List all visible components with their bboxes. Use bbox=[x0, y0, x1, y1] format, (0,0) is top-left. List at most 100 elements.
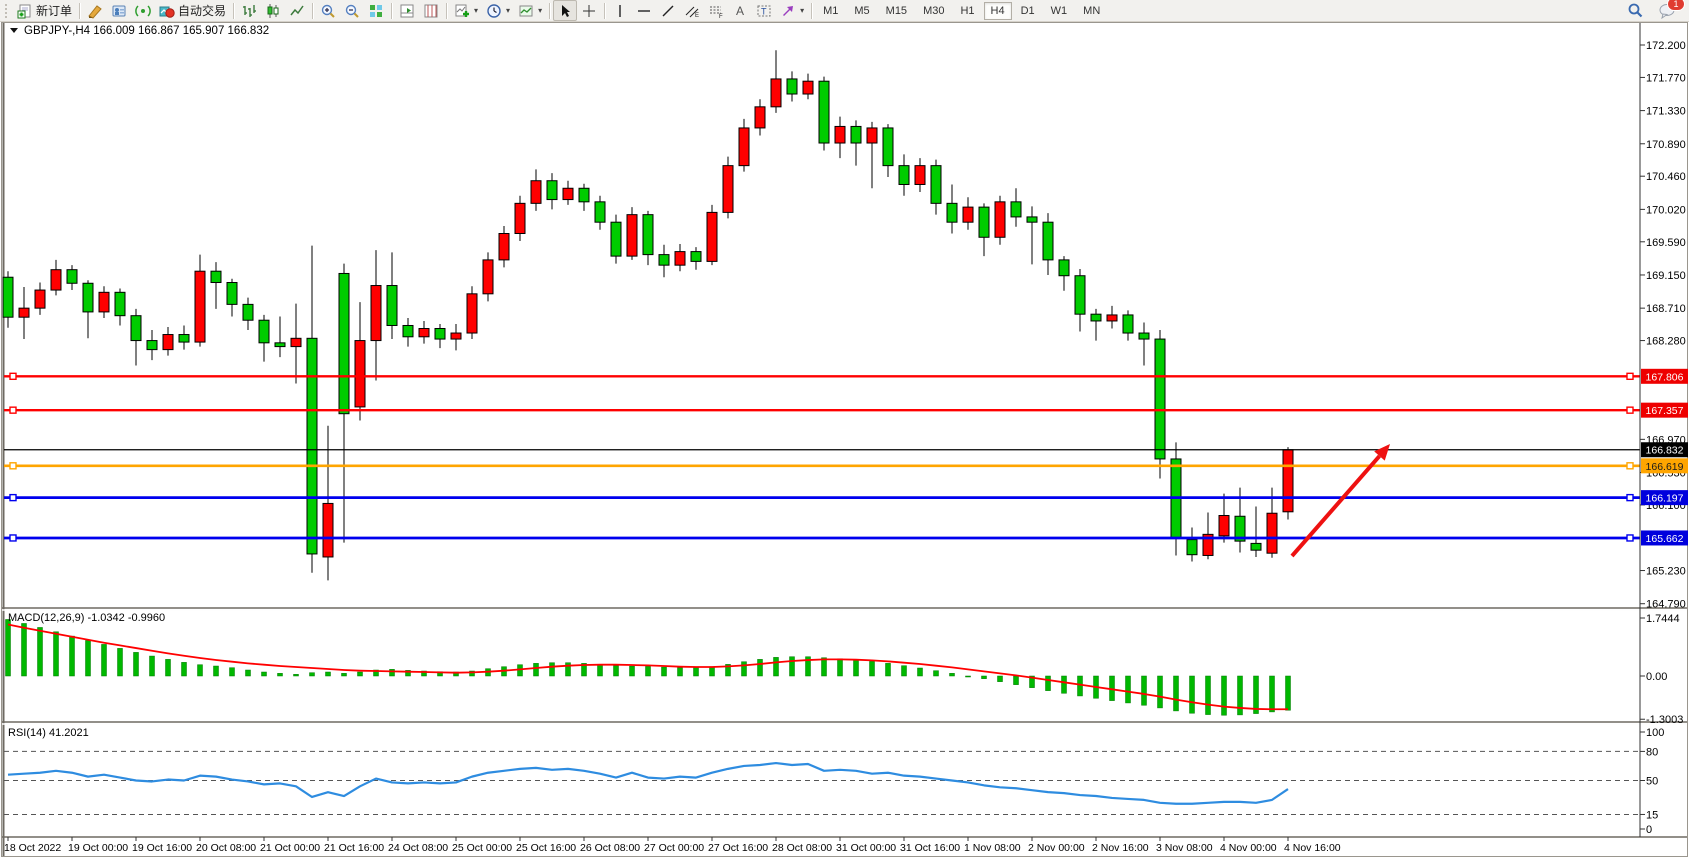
timeframe-mn[interactable]: MN bbox=[1076, 2, 1107, 20]
macd-histogram-bar bbox=[1286, 676, 1291, 710]
template-button[interactable]: ▾ bbox=[514, 0, 546, 21]
zoom-out-button[interactable] bbox=[340, 0, 364, 21]
timeframe-m1[interactable]: M1 bbox=[816, 2, 845, 20]
bar-chart-button[interactable] bbox=[237, 0, 261, 21]
candle-body bbox=[1027, 217, 1037, 222]
fibonacci-button[interactable]: F bbox=[704, 0, 728, 21]
candle-body bbox=[163, 335, 173, 350]
candle-body bbox=[403, 325, 413, 336]
macd-histogram-bar bbox=[854, 660, 859, 676]
period-clock-button[interactable]: ▾ bbox=[482, 0, 514, 21]
line-handle[interactable] bbox=[10, 535, 16, 541]
cycles-button[interactable] bbox=[419, 0, 443, 21]
macd-histogram-bar bbox=[790, 657, 795, 676]
timeframe-m5[interactable]: M5 bbox=[847, 2, 876, 20]
crayon-button[interactable] bbox=[83, 0, 107, 21]
auto-trading-button[interactable]: 自动交易 bbox=[155, 0, 230, 21]
price-axis-label: 171.330 bbox=[1646, 106, 1686, 118]
chat-button[interactable]: 1 bbox=[1654, 0, 1680, 21]
horizontal-line-button[interactable] bbox=[632, 0, 656, 21]
indicator-window-button[interactable] bbox=[395, 0, 419, 21]
new-order-label: 新订单 bbox=[36, 2, 72, 19]
arrows-tool-button[interactable]: ▾ bbox=[776, 0, 808, 21]
toolbar-separator bbox=[391, 3, 392, 19]
add-indicator-button[interactable]: ▾ bbox=[450, 0, 482, 21]
time-axis-label: 31 Oct 16:00 bbox=[900, 842, 960, 854]
vertical-line-button[interactable] bbox=[608, 0, 632, 21]
macd-histogram-bar bbox=[1014, 676, 1019, 685]
line-handle[interactable] bbox=[1627, 535, 1633, 541]
candle-body bbox=[1123, 315, 1133, 333]
timeframe-w1[interactable]: W1 bbox=[1044, 2, 1075, 20]
channel-button[interactable]: E bbox=[680, 0, 704, 21]
search-button[interactable] bbox=[1623, 0, 1648, 21]
candle-body bbox=[419, 329, 429, 337]
candle-chart-icon bbox=[265, 3, 281, 19]
macd-axis-label: -1.3003 bbox=[1646, 714, 1683, 726]
line-handle[interactable] bbox=[1627, 495, 1633, 501]
trendline-button[interactable] bbox=[656, 0, 680, 21]
crosshair-icon bbox=[581, 3, 597, 19]
time-axis-label: 4 Nov 00:00 bbox=[1220, 842, 1277, 854]
price-axis-label: 168.710 bbox=[1646, 303, 1686, 315]
chart-canvas[interactable]: 172.200171.770171.330170.890170.460170.0… bbox=[0, 0, 1689, 859]
timeframe-h4[interactable]: H4 bbox=[984, 2, 1012, 20]
candle-body bbox=[35, 290, 45, 308]
chart-title: GBPJPY-,H4 166.009 166.867 165.907 166.8… bbox=[24, 25, 269, 37]
line-handle[interactable] bbox=[1627, 463, 1633, 469]
candle-body bbox=[1091, 314, 1101, 321]
time-axis-label: 26 Oct 08:00 bbox=[580, 842, 640, 854]
line-handle[interactable] bbox=[10, 373, 16, 379]
candle-body bbox=[995, 202, 1005, 237]
timeframe-d1[interactable]: D1 bbox=[1014, 2, 1042, 20]
candle-body bbox=[467, 294, 477, 333]
timeframe-m15[interactable]: M15 bbox=[879, 2, 914, 20]
price-axis-label: 164.790 bbox=[1646, 599, 1686, 611]
candle-body bbox=[67, 270, 77, 284]
candle-body bbox=[883, 128, 893, 166]
macd-histogram-bar bbox=[166, 659, 171, 676]
timeframe-m30[interactable]: M30 bbox=[916, 2, 951, 20]
macd-histogram-bar bbox=[1046, 676, 1051, 691]
candle-body bbox=[435, 329, 445, 340]
macd-histogram-bar bbox=[630, 666, 635, 676]
candle-body bbox=[595, 202, 605, 222]
profile-button[interactable] bbox=[107, 0, 131, 21]
line-handle[interactable] bbox=[10, 463, 16, 469]
candle-body bbox=[307, 338, 317, 554]
label-button[interactable]: T bbox=[752, 0, 776, 21]
macd-histogram-bar bbox=[934, 671, 939, 676]
price-badge-label: 165.662 bbox=[1646, 533, 1684, 545]
horizontal-line-icon bbox=[636, 3, 652, 19]
cursor-button[interactable] bbox=[553, 0, 577, 21]
crosshair-button[interactable] bbox=[577, 0, 601, 21]
text-button[interactable]: A bbox=[728, 0, 752, 21]
candle-chart-button[interactable] bbox=[261, 0, 285, 21]
add-indicator-icon bbox=[454, 3, 470, 19]
tile-windows-button[interactable] bbox=[364, 0, 388, 21]
timeframe-h1[interactable]: H1 bbox=[953, 2, 981, 20]
candle-body bbox=[19, 308, 29, 317]
price-badge-label: 166.197 bbox=[1646, 493, 1684, 505]
signal-button[interactable] bbox=[131, 0, 155, 21]
line-handle[interactable] bbox=[1627, 373, 1633, 379]
candle-body bbox=[899, 166, 909, 185]
macd-histogram-bar bbox=[550, 663, 555, 676]
zoom-in-button[interactable] bbox=[316, 0, 340, 21]
line-chart-button[interactable] bbox=[285, 0, 309, 21]
new-order-icon bbox=[17, 3, 33, 19]
time-axis-label: 18 Oct 2022 bbox=[4, 842, 61, 854]
price-axis-label: 165.230 bbox=[1646, 566, 1686, 578]
candle-body bbox=[115, 292, 125, 315]
macd-histogram-bar bbox=[1062, 676, 1067, 693]
candle-body bbox=[1267, 513, 1277, 553]
macd-histogram-bar bbox=[870, 661, 875, 676]
new-order-button[interactable]: 新订单 bbox=[13, 0, 76, 21]
line-handle[interactable] bbox=[10, 495, 16, 501]
line-handle[interactable] bbox=[1627, 407, 1633, 413]
macd-histogram-bar bbox=[1126, 676, 1131, 703]
line-handle[interactable] bbox=[10, 407, 16, 413]
chevron-down-icon: ▾ bbox=[506, 6, 510, 15]
macd-histogram-bar bbox=[998, 676, 1003, 682]
macd-histogram-bar bbox=[662, 667, 667, 676]
